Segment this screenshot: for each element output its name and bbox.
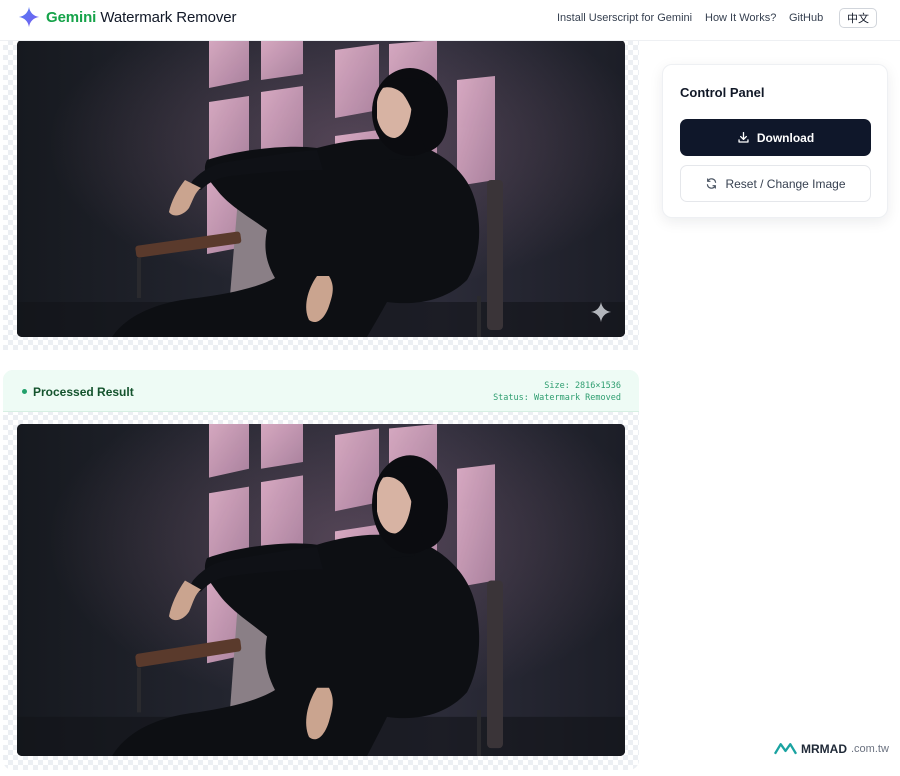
status-dot-icon [22,389,27,394]
download-label: Download [756,130,815,145]
original-image-panel [3,0,639,350]
mrmad-domain: .com.tw [851,743,889,755]
mrmad-watermark: MRMAD .com.tw [774,742,889,756]
result-size: Size: 2816×1536 [544,381,621,391]
brand-name: Gemini Watermark Remover [46,8,237,26]
refresh-icon [705,177,718,190]
processed-result-panel: Processed Result Size: 2816×1536 Status:… [3,370,639,770]
watermark-sparkle-icon [590,301,612,323]
download-icon [737,131,750,144]
download-button[interactable]: Download [680,119,871,156]
language-toggle-button[interactable]: 中文 [839,8,877,28]
control-panel-title: Control Panel [680,85,765,100]
mrmad-brand: MRMAD [801,742,847,756]
nav-how-it-works[interactable]: How It Works? [705,12,776,24]
reset-change-image-button[interactable]: Reset / Change Image [680,165,871,202]
mrmad-logo-icon [774,742,797,756]
gemini-sparkle-icon [18,6,40,28]
top-navbar: Gemini Watermark Remover Install Userscr… [0,0,900,41]
reset-label: Reset / Change Image [725,176,846,191]
nav-install-userscript[interactable]: Install Userscript for Gemini [557,12,692,24]
nav-github[interactable]: GitHub [789,12,823,24]
logo[interactable]: Gemini Watermark Remover [18,6,237,28]
processed-image [17,424,625,756]
original-image [17,40,625,337]
brand-rest: Watermark Remover [100,8,237,26]
brand-accent: Gemini [46,8,97,26]
result-title: Processed Result [33,385,134,399]
result-header: Processed Result Size: 2816×1536 Status:… [3,370,639,412]
control-panel: Control Panel Download Reset / Change Im… [662,64,888,218]
result-status: Status: Watermark Removed [493,393,621,403]
